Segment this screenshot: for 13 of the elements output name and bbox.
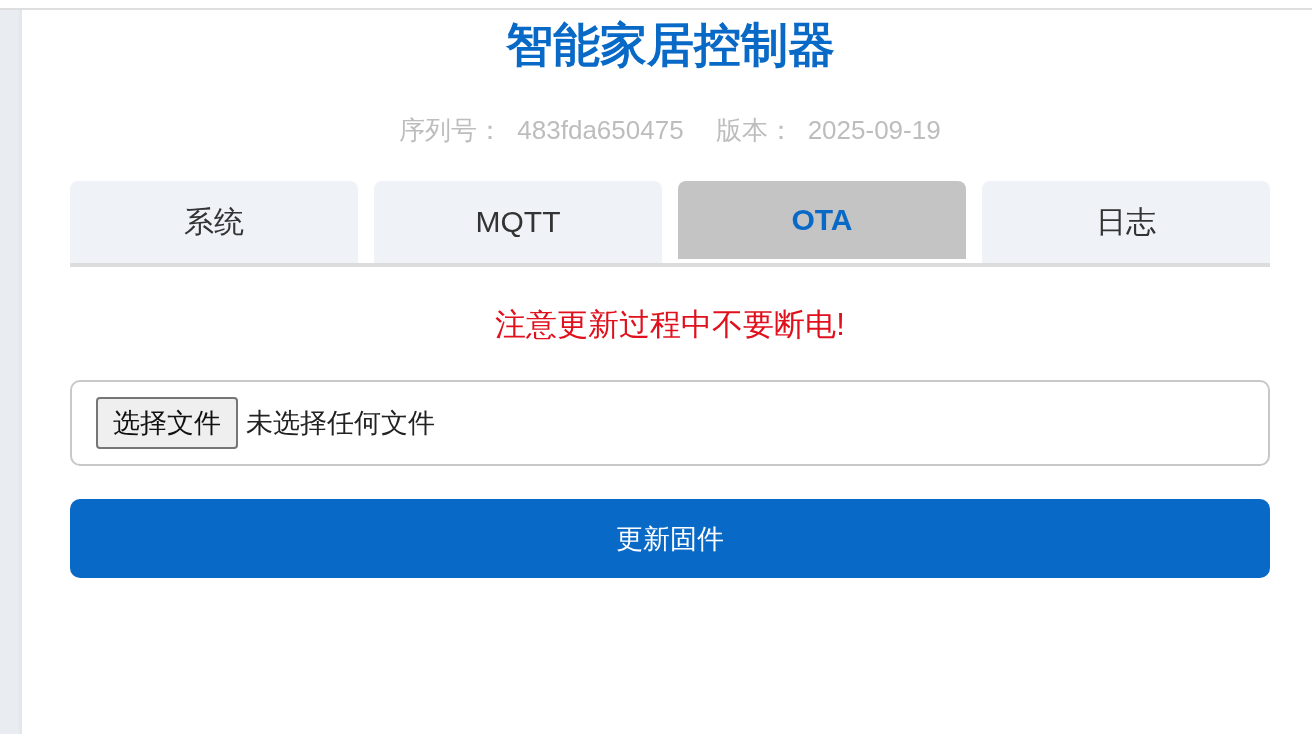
update-firmware-button[interactable]: 更新固件 xyxy=(70,499,1270,578)
info-label: 序列号： xyxy=(399,113,504,147)
warning-text: 注意更新过程中不要断电! xyxy=(494,306,846,344)
info-label: 版本： xyxy=(715,113,794,147)
file-status-text: 未选择任何文件 xyxy=(246,407,435,440)
page-title: 智能家居控制器 xyxy=(504,17,836,73)
tab[interactable]: 日志 xyxy=(982,181,1270,263)
choose-file-button[interactable]: 选择文件 xyxy=(96,397,238,449)
tab[interactable]: MQTT xyxy=(374,181,662,263)
info-value: 2025-09-19 xyxy=(807,114,941,146)
tab[interactable]: 系统 xyxy=(70,181,358,263)
info-value: 483fda650475 xyxy=(517,114,684,146)
file-input-field[interactable]: 选择文件 未选择任何文件 xyxy=(70,380,1270,466)
